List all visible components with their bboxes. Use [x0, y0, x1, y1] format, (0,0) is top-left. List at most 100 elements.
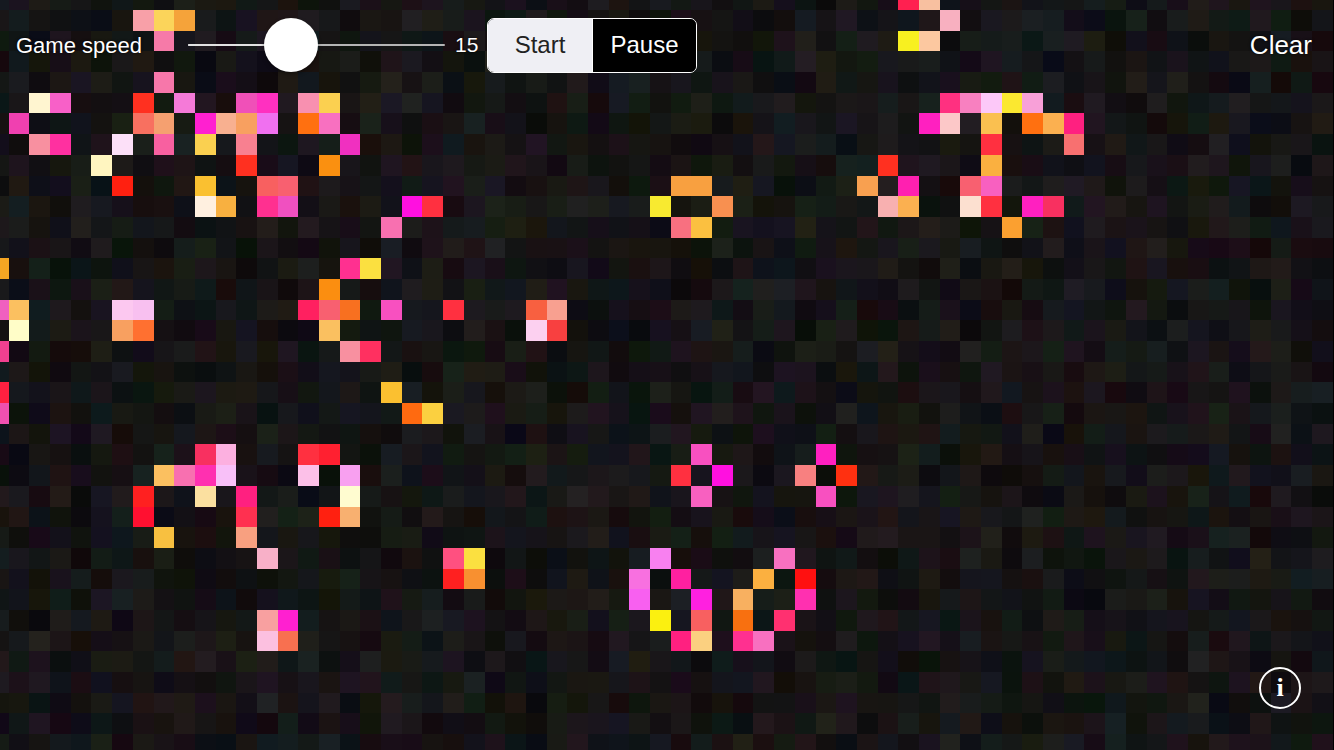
board-cell[interactable] — [422, 10, 443, 31]
board-cell[interactable] — [1209, 51, 1230, 72]
board-cell[interactable] — [1002, 341, 1023, 362]
board-cell[interactable] — [505, 72, 526, 93]
board-cell[interactable] — [1188, 258, 1209, 279]
board-cell[interactable] — [485, 300, 506, 321]
board-cell[interactable] — [1064, 424, 1085, 445]
board-cell[interactable] — [1147, 486, 1168, 507]
board-cell[interactable] — [795, 300, 816, 321]
board-cell[interactable] — [174, 93, 195, 114]
board-cell[interactable] — [1043, 382, 1064, 403]
board-cell[interactable] — [0, 196, 9, 217]
board-cell[interactable] — [960, 0, 981, 10]
board-cell[interactable] — [50, 403, 71, 424]
board-cell[interactable] — [816, 176, 837, 197]
board-cell[interactable] — [360, 238, 381, 259]
board-cell[interactable] — [50, 217, 71, 238]
board-cell[interactable] — [733, 134, 754, 155]
board-cell[interactable] — [1064, 548, 1085, 569]
board-cell[interactable] — [319, 113, 340, 134]
board-cell[interactable] — [1126, 444, 1147, 465]
board-cell[interactable] — [1022, 238, 1043, 259]
board-cell[interactable] — [1271, 465, 1292, 486]
board-cell[interactable] — [1167, 31, 1188, 52]
board-cell[interactable] — [360, 320, 381, 341]
board-cell[interactable] — [174, 382, 195, 403]
board-cell[interactable] — [1188, 113, 1209, 134]
board-cell[interactable] — [195, 176, 216, 197]
board-cell[interactable] — [91, 10, 112, 31]
board-cell[interactable] — [960, 72, 981, 93]
board-cell[interactable] — [298, 362, 319, 383]
board-cell[interactable] — [278, 444, 299, 465]
board-cell[interactable] — [712, 113, 733, 134]
board-cell[interactable] — [588, 362, 609, 383]
board-cell[interactable] — [691, 424, 712, 445]
board-cell[interactable] — [898, 217, 919, 238]
board-cell[interactable] — [1209, 10, 1230, 31]
board-cell[interactable] — [154, 465, 175, 486]
board-cell[interactable] — [360, 382, 381, 403]
board-cell[interactable] — [112, 341, 133, 362]
board-cell[interactable] — [1043, 527, 1064, 548]
board-cell[interactable] — [609, 507, 630, 528]
board-cell[interactable] — [567, 465, 588, 486]
board-cell[interactable] — [50, 72, 71, 93]
board-cell[interactable] — [71, 382, 92, 403]
board-cell[interactable] — [1002, 527, 1023, 548]
board-cell[interactable] — [1271, 403, 1292, 424]
board-cell[interactable] — [753, 279, 774, 300]
board-cell[interactable] — [960, 444, 981, 465]
board-cell[interactable] — [567, 527, 588, 548]
board-cell[interactable] — [1084, 155, 1105, 176]
board-cell[interactable] — [257, 196, 278, 217]
board-cell[interactable] — [340, 382, 361, 403]
board-cell[interactable] — [340, 444, 361, 465]
board-cell[interactable] — [298, 424, 319, 445]
board-cell[interactable] — [112, 134, 133, 155]
board-cell[interactable] — [91, 0, 112, 10]
board-cell[interactable] — [236, 238, 257, 259]
board-cell[interactable] — [340, 258, 361, 279]
board-cell[interactable] — [402, 341, 423, 362]
board-cell[interactable] — [567, 300, 588, 321]
board-cell[interactable] — [753, 569, 774, 590]
board-cell[interactable] — [878, 403, 899, 424]
board-cell[interactable] — [981, 382, 1002, 403]
board-cell[interactable] — [1002, 382, 1023, 403]
board-cell[interactable] — [691, 320, 712, 341]
board-cell[interactable] — [1126, 31, 1147, 52]
board-cell[interactable] — [154, 382, 175, 403]
board-cell[interactable] — [381, 176, 402, 197]
board-cell[interactable] — [1084, 300, 1105, 321]
board-cell[interactable] — [381, 10, 402, 31]
board-cell[interactable] — [898, 279, 919, 300]
board-cell[interactable] — [154, 31, 175, 52]
board-cell[interactable] — [1229, 362, 1250, 383]
board-cell[interactable] — [691, 403, 712, 424]
board-cell[interactable] — [91, 93, 112, 114]
board-cell[interactable] — [360, 0, 381, 10]
board-cell[interactable] — [940, 610, 961, 631]
board-cell[interactable] — [464, 258, 485, 279]
board-cell[interactable] — [1002, 217, 1023, 238]
board-cell[interactable] — [340, 341, 361, 362]
board-cell[interactable] — [981, 217, 1002, 238]
board-cell[interactable] — [816, 31, 837, 52]
board-cell[interactable] — [816, 113, 837, 134]
board-cell[interactable] — [319, 51, 340, 72]
board-cell[interactable] — [1291, 217, 1312, 238]
board-cell[interactable] — [898, 569, 919, 590]
board-cell[interactable] — [112, 444, 133, 465]
board-cell[interactable] — [9, 341, 30, 362]
board-cell[interactable] — [1167, 176, 1188, 197]
board-cell[interactable] — [381, 341, 402, 362]
board-cell[interactable] — [71, 548, 92, 569]
board-cell[interactable] — [1250, 134, 1271, 155]
board-cell[interactable] — [9, 320, 30, 341]
board-cell[interactable] — [278, 403, 299, 424]
board-cell[interactable] — [1271, 134, 1292, 155]
board-cell[interactable] — [1167, 569, 1188, 590]
board-cell[interactable] — [712, 134, 733, 155]
board-cell[interactable] — [91, 134, 112, 155]
board-cell[interactable] — [257, 382, 278, 403]
